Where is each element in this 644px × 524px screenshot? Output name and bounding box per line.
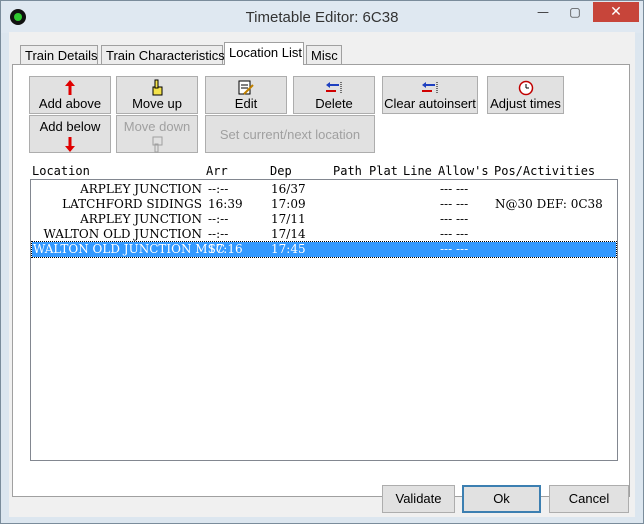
row-arr: --:--	[208, 212, 229, 226]
row-arr: 17:16	[208, 242, 243, 256]
row-location: WALTON OLD JUNCTION MSC	[33, 242, 225, 256]
edit-label: Edit	[234, 96, 258, 111]
list-row[interactable]: ARPLEY JUNCTION --:-- 17/11 --- ---	[32, 212, 616, 227]
minimize-button[interactable]: —	[529, 2, 557, 22]
delete-row-icon	[294, 79, 374, 96]
col-dep[interactable]: Dep	[270, 164, 292, 178]
location-list-header: Location Arr Dep Path Plat Line Allow's …	[23, 164, 623, 179]
location-list[interactable]: ARPLEY JUNCTION --:-- 16/37 --- --- LATC…	[30, 179, 618, 461]
edit-button[interactable]: Edit	[205, 76, 287, 114]
row-location: LATCHFORD SIDINGS	[62, 197, 202, 211]
col-location[interactable]: Location	[32, 164, 90, 178]
row-dep: 17/14	[271, 227, 306, 241]
ok-button[interactable]: Ok	[462, 485, 541, 513]
col-line[interactable]: Line	[403, 164, 432, 178]
list-row[interactable]: LATCHFORD SIDINGS 16:39 17:09 --- --- N@…	[32, 197, 616, 212]
move-down-button[interactable]: Move down	[116, 115, 198, 153]
clear-autoinsert-label: Clear autoinsert	[384, 96, 476, 111]
row-pos: N@30 DEF: 0C38	[495, 197, 603, 211]
close-button[interactable]: ✕	[593, 2, 639, 22]
maximize-button[interactable]: ▢	[561, 2, 589, 22]
col-plat[interactable]: Plat	[369, 164, 398, 178]
clock-icon	[488, 79, 563, 96]
col-path[interactable]: Path	[333, 164, 362, 178]
move-up-label: Move up	[132, 96, 182, 111]
row-allow: --- ---	[440, 242, 469, 256]
timetable-editor-window: Timetable Editor: 6C38 — ▢ ✕ Train Detai…	[0, 0, 644, 524]
row-arr: 16:39	[208, 197, 243, 211]
delete-button[interactable]: Delete	[293, 76, 375, 114]
row-dep: 17:45	[271, 242, 306, 256]
list-row-selected[interactable]: WALTON OLD JUNCTION MSC 17:16 17:45 --- …	[31, 241, 617, 258]
arrow-down-icon	[30, 136, 110, 153]
row-dep: 16/37	[271, 182, 306, 196]
row-location: ARPLEY JUNCTION	[80, 182, 202, 196]
row-allow: --- ---	[440, 212, 469, 226]
edit-icon	[206, 79, 286, 96]
list-row[interactable]: ARPLEY JUNCTION --:-- 16/37 --- ---	[32, 182, 616, 197]
col-allows[interactable]: Allow's	[438, 164, 489, 178]
set-current-next-location-button[interactable]: Set current/next location	[205, 115, 375, 153]
clear-autoinsert-icon	[383, 79, 477, 96]
arrow-up-icon	[30, 79, 110, 96]
delete-label: Delete	[315, 96, 353, 111]
tab-train-characteristics[interactable]: Train Characteristics	[101, 45, 225, 65]
set-current-next-location-label: Set current/next location	[219, 127, 361, 142]
adjust-times-label: Adjust times	[490, 96, 561, 111]
row-arr: --:--	[208, 227, 229, 241]
row-dep: 17/11	[271, 212, 306, 226]
add-above-label: Add above	[38, 96, 102, 111]
col-pos-activities[interactable]: Pos/Activities	[494, 164, 595, 178]
validate-button[interactable]: Validate	[382, 485, 455, 513]
tab-misc[interactable]: Misc	[306, 45, 342, 65]
row-dep: 17:09	[271, 197, 306, 211]
list-row[interactable]: WALTON OLD JUNCTION --:-- 17/14 --- ---	[32, 227, 616, 242]
row-allow: --- ---	[440, 197, 469, 211]
tab-location-list[interactable]: Location List	[224, 42, 304, 65]
hand-down-icon	[117, 136, 197, 153]
hand-up-icon	[117, 79, 197, 96]
row-allow: --- ---	[440, 227, 469, 241]
clear-autoinsert-button[interactable]: Clear autoinsert	[382, 76, 478, 114]
row-location: ARPLEY JUNCTION	[80, 212, 202, 226]
add-above-button[interactable]: Add above	[29, 76, 111, 114]
adjust-times-button[interactable]: Adjust times	[487, 76, 564, 114]
col-arr[interactable]: Arr	[206, 164, 228, 178]
add-below-button[interactable]: Add below	[29, 115, 111, 153]
row-location: WALTON OLD JUNCTION	[43, 227, 202, 241]
add-below-label: Add below	[39, 119, 101, 134]
title-bar[interactable]: Timetable Editor: 6C38 — ▢ ✕	[1, 1, 643, 33]
tab-train-details[interactable]: Train Details	[20, 45, 98, 65]
move-down-label: Move down	[123, 119, 191, 134]
row-allow: --- ---	[440, 182, 469, 196]
move-up-button[interactable]: Move up	[116, 76, 198, 114]
row-arr: --:--	[208, 182, 229, 196]
cancel-button[interactable]: Cancel	[549, 485, 629, 513]
